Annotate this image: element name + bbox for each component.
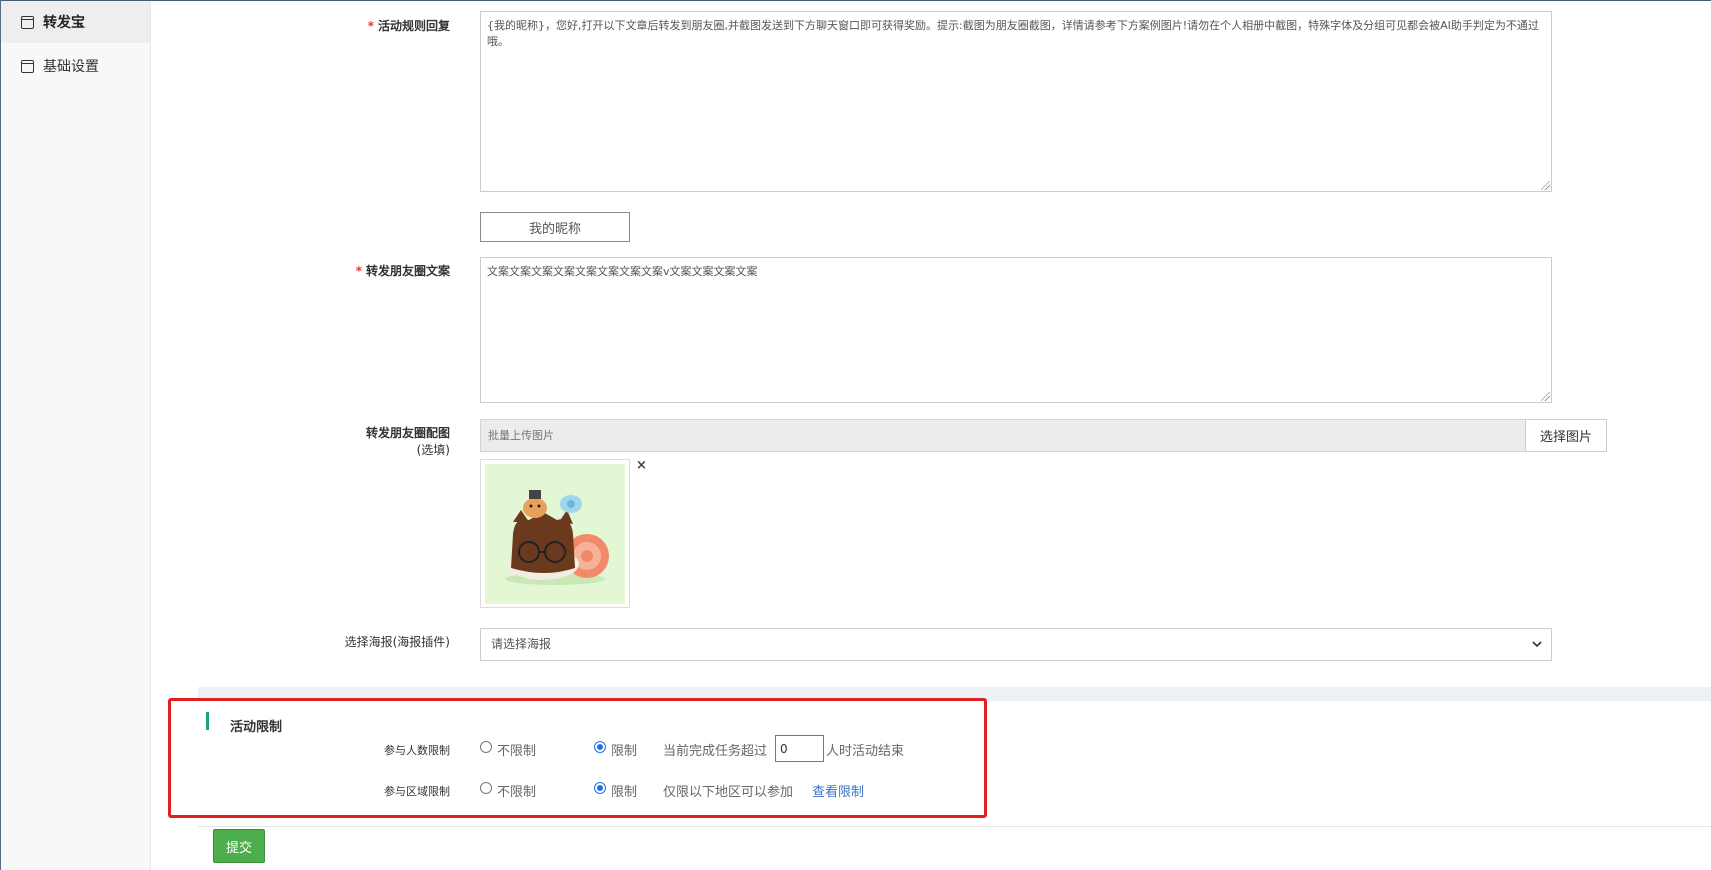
window-top-border xyxy=(0,0,1711,1)
required-mark: * xyxy=(367,19,374,33)
remove-image-icon[interactable]: × xyxy=(636,458,647,473)
moments-copy-textarea[interactable]: 文案文案文案文案文案文案文案文案v文案文案文案文案 xyxy=(480,257,1552,403)
window-icon xyxy=(21,15,34,29)
batch-upload-input[interactable] xyxy=(480,419,1526,452)
rule-reply-textarea[interactable]: {我的昵称}，您好,打开以下文章后转发到朋友圈,并截图发送到下方聊天窗口即可获得… xyxy=(480,11,1552,192)
poster-select[interactable]: 请选择海报 xyxy=(480,628,1552,661)
chevron-down-icon xyxy=(1531,629,1543,672)
resize-grip-icon[interactable] xyxy=(1541,392,1550,401)
moments-copy-label: * 转发朋友圈文案 xyxy=(200,263,450,280)
required-mark: * xyxy=(355,264,362,278)
rule-reply-label: * 活动规则回复 xyxy=(200,18,450,35)
uploaded-image-thumbnail[interactable] xyxy=(480,459,630,608)
window-icon xyxy=(21,59,34,73)
sidebar-item-zhuanfabao[interactable]: 转发宝 xyxy=(1,1,150,43)
sidebar-item-basic-settings[interactable]: 基础设置 xyxy=(1,45,150,87)
moments-image-label: 转发朋友圈配图 (选填) xyxy=(200,425,450,459)
moments-image-label-note: (选填) xyxy=(416,443,450,457)
poster-label: 选择海报(海报插件) xyxy=(344,635,450,649)
sidebar-item-label: 转发宝 xyxy=(43,15,85,31)
highlight-annotation-box xyxy=(168,698,987,818)
submit-button[interactable]: 提交 xyxy=(213,829,265,863)
insert-nickname-button[interactable]: 我的昵称 xyxy=(480,212,630,242)
moments-copy-label-text: 转发朋友圈文案 xyxy=(365,264,450,278)
resize-grip-icon[interactable] xyxy=(1541,181,1550,190)
cat-snail-illustration xyxy=(485,464,625,604)
moments-image-label-text: 转发朋友圈配图 xyxy=(365,426,450,440)
choose-image-button[interactable]: 选择图片 xyxy=(1525,419,1607,452)
footer-divider xyxy=(198,826,1711,827)
poster-select-value: 请选择海报 xyxy=(491,637,552,651)
rule-reply-label-text: 活动规则回复 xyxy=(377,19,450,33)
sidebar: 转发宝 基础设置 xyxy=(1,1,151,870)
sidebar-item-label: 基础设置 xyxy=(43,59,99,75)
